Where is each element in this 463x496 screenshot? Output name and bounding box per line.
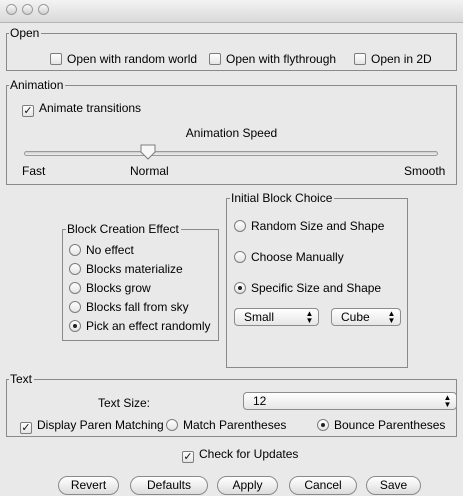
text-size-select[interactable]: 12 ▲ ▼ [243,392,457,410]
text-size-label: Text Size: [98,396,151,410]
open-in-2d-option[interactable]: Open in 2D [354,51,432,67]
animate-transitions-option[interactable]: ✓ Animate transitions [22,100,141,117]
block-effect-radio[interactable] [69,282,81,294]
animate-transitions-label: Animate transitions [39,101,142,115]
block-effect-option-no-effect[interactable]: No effect [69,242,134,258]
text-legend: Text [9,372,35,386]
bounce-parens-option[interactable]: Bounce Parentheses [317,417,445,433]
defaults-button[interactable]: Defaults [130,476,208,495]
animation-speed-title: Animation Speed [185,126,278,140]
animation-speed-track[interactable] [24,151,438,156]
open-random-world-checkbox[interactable] [50,53,62,65]
block-size-value: Small [244,310,275,324]
initial-block-option-specific-size-and-shape[interactable]: Specific Size and Shape [234,280,381,296]
block-effect-option-blocks-grow[interactable]: Blocks grow [69,280,151,296]
initial-block-label: Specific Size and Shape [251,281,382,295]
initial-block-label: Random Size and Shape [251,219,385,233]
check-updates-label: Check for Updates [199,447,299,461]
revert-button[interactable]: Revert [58,476,119,495]
block-creation-legend: Block Creation Effect [66,222,181,236]
block-effect-radio[interactable] [69,320,81,332]
open-random-world-label: Open with random world [67,52,198,66]
block-effect-label: Blocks grow [86,281,151,295]
block-effect-radio[interactable] [69,263,81,275]
block-effect-option-pick-an-effect-randomly[interactable]: Pick an effect randomly [69,318,211,334]
paren-matching-checkbox[interactable]: ✓ [20,422,32,434]
paren-matching-option[interactable]: ✓ Display Paren Matching [20,417,164,434]
minimize-window-button[interactable] [22,4,33,15]
initial-block-option-choose-manually[interactable]: Choose Manually [234,249,344,265]
speed-normal-label: Normal [130,164,169,178]
open-random-world-option[interactable]: Open with random world [50,51,197,67]
open-flythrough-option[interactable]: Open with flythrough [209,51,336,67]
block-size-select[interactable]: Small ▲ ▼ [234,308,319,326]
open-in-2d-checkbox[interactable] [354,53,366,65]
initial-block-legend: Initial Block Choice [230,191,335,205]
animation-speed-thumb[interactable] [140,144,156,160]
initial-block-option-random-size-and-shape[interactable]: Random Size and Shape [234,218,384,234]
animation-legend: Animation [9,78,66,92]
match-parens-label: Match Parentheses [183,418,287,432]
select-arrows-icon: ▲ ▼ [443,393,452,409]
block-effect-radio[interactable] [69,244,81,256]
block-effect-label: No effect [86,243,134,257]
open-legend: Open [9,26,42,40]
apply-button[interactable]: Apply [217,476,278,495]
block-effect-label: Pick an effect randomly [86,319,211,333]
initial-block-radio[interactable] [234,282,246,294]
speed-fast-label: Fast [22,164,46,178]
animate-transitions-checkbox[interactable]: ✓ [22,105,34,117]
title-bar [0,0,463,23]
open-flythrough-checkbox[interactable] [209,53,221,65]
block-shape-value: Cube [341,310,370,324]
zoom-window-button[interactable] [38,4,49,15]
block-effect-label: Blocks fall from sky [86,300,189,314]
match-parens-radio[interactable] [166,419,178,431]
block-effect-label: Blocks materialize [86,262,183,276]
initial-block-radio[interactable] [234,220,246,232]
cancel-button[interactable]: Cancel [289,476,357,495]
select-arrows-icon: ▲ ▼ [387,309,396,325]
initial-block-radio[interactable] [234,251,246,263]
save-button[interactable]: Save [366,476,421,495]
check-updates-checkbox[interactable]: ✓ [182,451,194,463]
check-updates-option[interactable]: ✓ Check for Updates [182,446,298,463]
match-parens-option[interactable]: Match Parentheses [166,417,286,433]
close-window-button[interactable] [6,4,17,15]
text-size-value: 12 [253,394,267,408]
select-arrows-icon: ▲ ▼ [305,309,314,325]
block-effect-option-blocks-fall-from-sky[interactable]: Blocks fall from sky [69,299,189,315]
speed-smooth-label: Smooth [404,164,446,178]
block-effect-option-blocks-materialize[interactable]: Blocks materialize [69,261,183,277]
initial-block-label: Choose Manually [251,250,344,264]
open-in-2d-label: Open in 2D [371,52,432,66]
block-effect-radio[interactable] [69,301,81,313]
open-flythrough-label: Open with flythrough [226,52,337,66]
bounce-parens-radio[interactable] [317,419,329,431]
bounce-parens-label: Bounce Parentheses [334,418,446,432]
paren-matching-label: Display Paren Matching [37,418,164,432]
block-shape-select[interactable]: Cube ▲ ▼ [331,308,401,326]
